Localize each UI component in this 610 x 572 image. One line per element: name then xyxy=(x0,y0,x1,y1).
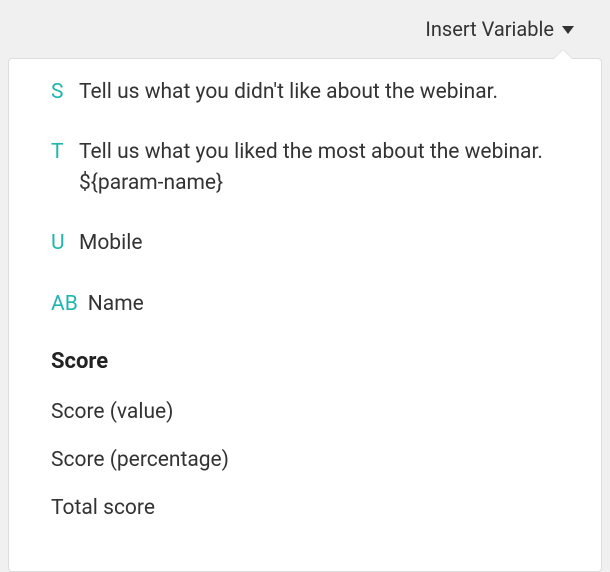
variable-item-ab[interactable]: AB Name xyxy=(51,289,581,319)
variable-dropdown-panel: S Tell us what you didn't like about the… xyxy=(8,58,602,572)
variable-letter: S xyxy=(51,77,69,107)
variable-text: Name xyxy=(88,289,144,319)
score-item-total[interactable]: Total score xyxy=(51,496,581,520)
insert-variable-label: Insert Variable xyxy=(425,17,554,41)
caret-down-icon xyxy=(562,26,574,34)
score-item-value[interactable]: Score (value) xyxy=(51,400,581,424)
score-section-heading: Score xyxy=(29,349,581,374)
insert-variable-button[interactable]: Insert Variable xyxy=(425,17,574,41)
score-item-percentage[interactable]: Score (percentage) xyxy=(51,448,581,472)
variable-item-t[interactable]: T Tell us what you liked the most about … xyxy=(51,137,581,198)
variable-text: Tell us what you didn't like about the w… xyxy=(79,77,498,107)
variable-letter: T xyxy=(51,137,69,167)
variable-item-s[interactable]: S Tell us what you didn't like about the… xyxy=(51,77,581,107)
variable-text: Tell us what you liked the most about th… xyxy=(79,137,581,198)
variable-letter: U xyxy=(51,228,69,258)
variable-letter: AB xyxy=(51,289,78,319)
header-bar: Insert Variable xyxy=(0,0,610,58)
variable-text: Mobile xyxy=(79,228,142,258)
variable-list: S Tell us what you didn't like about the… xyxy=(29,77,581,319)
score-list: Score (value) Score (percentage) Total s… xyxy=(29,400,581,520)
variable-item-u[interactable]: U Mobile xyxy=(51,228,581,258)
